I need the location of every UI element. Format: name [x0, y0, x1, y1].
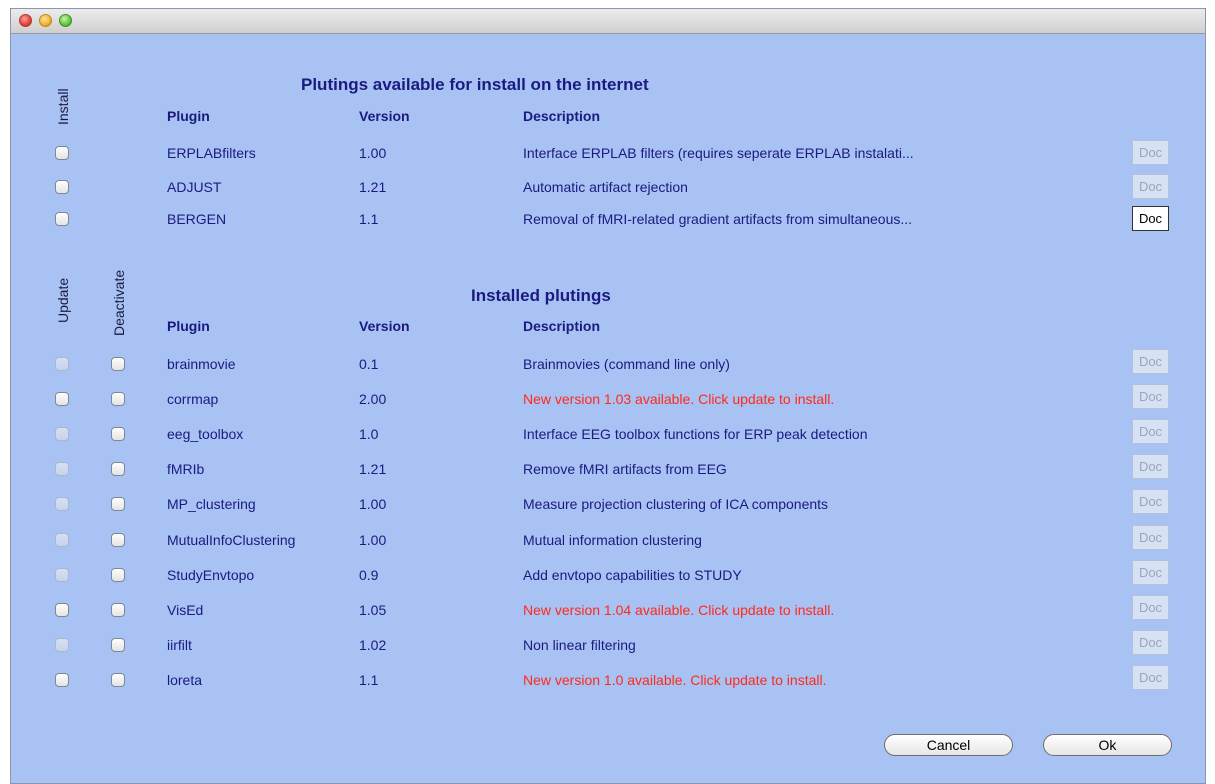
- minimize-window-icon[interactable]: [39, 14, 52, 27]
- deactivate-checkbox[interactable]: [111, 392, 125, 407]
- update-checkbox: [55, 427, 69, 442]
- deactivate-column-label: Deactivate: [111, 269, 127, 336]
- deactivate-checkbox[interactable]: [111, 602, 125, 617]
- plugin-version: 1.02: [359, 636, 387, 653]
- close-window-icon[interactable]: [19, 14, 32, 27]
- plugin-name: iirfilt: [167, 636, 192, 653]
- available-version-header: Version: [359, 108, 410, 124]
- doc-button[interactable]: Doc: [1132, 174, 1169, 199]
- install-column-label: Install: [55, 88, 71, 125]
- update-checkbox: [55, 567, 69, 582]
- plugin-description: Mutual information clustering: [523, 531, 702, 548]
- update-checkbox: [55, 532, 69, 547]
- plugin-version: 2.00: [359, 391, 387, 408]
- deactivate-checkbox[interactable]: [111, 497, 125, 512]
- plugin-manager-window: Plutings available for install on the in…: [10, 8, 1206, 784]
- update-checkbox[interactable]: [55, 602, 69, 617]
- ok-button[interactable]: Ok: [1043, 734, 1172, 756]
- plugin-description: Brainmovies (command line only): [523, 356, 730, 372]
- plugin-description: Remove fMRI artifacts from EEG: [523, 461, 727, 478]
- plugin-version: 0.1: [359, 356, 379, 372]
- install-checkbox[interactable]: [55, 146, 69, 160]
- doc-button[interactable]: Doc: [1132, 524, 1169, 550]
- plugin-name: StudyEnvtopo: [167, 566, 255, 583]
- cancel-button[interactable]: Cancel: [884, 734, 1013, 756]
- plugin-version: 1.00: [359, 145, 387, 161]
- installed-section-title: Installed plutings: [471, 286, 611, 305]
- update-column-label: Update: [55, 277, 71, 323]
- update-checkbox: [55, 497, 69, 512]
- plugin-description: Non linear filtering: [523, 636, 636, 653]
- plugin-version: 1.21: [359, 461, 387, 478]
- plugin-name: loreta: [167, 671, 203, 688]
- update-checkbox[interactable]: [55, 392, 69, 407]
- plugin-description: Interface EEG toolbox functions for ERP …: [523, 426, 868, 443]
- plugin-version: 1.00: [359, 496, 387, 513]
- plugin-description: Automatic artifact rejection: [523, 179, 688, 195]
- install-checkbox[interactable]: [55, 180, 69, 194]
- installed-description-header: Description: [523, 318, 601, 334]
- plugin-name: fMRIb: [167, 461, 205, 478]
- deactivate-checkbox[interactable]: [111, 637, 125, 652]
- update-checkbox[interactable]: [55, 672, 69, 687]
- available-section-title: Plutings available for install on the in…: [301, 75, 649, 94]
- plugin-description: New version 1.03 available. Click update…: [523, 391, 835, 408]
- doc-button[interactable]: Doc: [1132, 140, 1169, 165]
- plugin-version: 1.00: [359, 531, 387, 548]
- doc-button[interactable]: Doc: [1132, 664, 1169, 690]
- deactivate-checkbox[interactable]: [111, 567, 125, 582]
- plugin-name: MP_clustering: [167, 496, 256, 513]
- installed-plugin-header: Plugin: [167, 318, 210, 334]
- deactivate-checkbox[interactable]: [111, 532, 125, 547]
- plugin-name: BERGEN: [167, 211, 227, 227]
- available-description-header: Description: [523, 108, 601, 124]
- plugin-name: eeg_toolbox: [167, 426, 244, 443]
- doc-button[interactable]: Doc: [1132, 384, 1169, 410]
- plugin-version: 1.21: [359, 179, 387, 195]
- update-checkbox: [55, 462, 69, 477]
- available-plugin-header: Plugin: [167, 108, 210, 124]
- plugin-name: ERPLABfilters: [167, 145, 256, 161]
- plugin-name: VisEd: [167, 601, 204, 618]
- plugin-name: corrmap: [167, 391, 219, 408]
- update-checkbox: [55, 357, 69, 371]
- plugin-version: 1.0: [359, 426, 379, 443]
- plugin-version: 0.9: [359, 566, 379, 583]
- plugin-version: 1.05: [359, 601, 387, 618]
- deactivate-checkbox[interactable]: [111, 427, 125, 442]
- plugin-version: 1.1: [359, 671, 379, 688]
- plugin-description: Measure projection clustering of ICA com…: [523, 496, 829, 513]
- install-checkbox[interactable]: [55, 212, 69, 226]
- installed-version-header: Version: [359, 318, 410, 334]
- doc-button[interactable]: Doc: [1132, 349, 1169, 374]
- doc-button[interactable]: Doc: [1132, 489, 1169, 515]
- plugin-name: brainmovie: [167, 356, 236, 372]
- deactivate-checkbox[interactable]: [111, 462, 125, 477]
- doc-button[interactable]: Doc: [1132, 559, 1169, 585]
- plugin-name: ADJUST: [167, 179, 222, 195]
- plugin-description: New version 1.04 available. Click update…: [523, 601, 835, 618]
- plugin-description: Add envtopo capabilities to STUDY: [523, 566, 742, 583]
- plugin-description: New version 1.0 available. Click update …: [523, 671, 827, 688]
- update-checkbox: [55, 637, 69, 652]
- doc-button[interactable]: Doc: [1132, 206, 1169, 231]
- plugin-name: MutualInfoClustering: [167, 531, 296, 548]
- deactivate-checkbox[interactable]: [111, 672, 125, 687]
- plugin-version: 1.1: [359, 211, 379, 227]
- doc-button[interactable]: Doc: [1132, 454, 1169, 480]
- title-bar: [11, 9, 1205, 34]
- doc-button[interactable]: Doc: [1132, 594, 1169, 620]
- plugin-description: Removal of fMRI-related gradient artifac…: [523, 211, 913, 227]
- doc-button[interactable]: Doc: [1132, 629, 1169, 655]
- plugin-description: Interface ERPLAB filters (requires seper…: [523, 145, 914, 161]
- deactivate-checkbox[interactable]: [111, 357, 125, 371]
- zoom-window-icon[interactable]: [59, 14, 72, 27]
- doc-button[interactable]: Doc: [1132, 419, 1169, 445]
